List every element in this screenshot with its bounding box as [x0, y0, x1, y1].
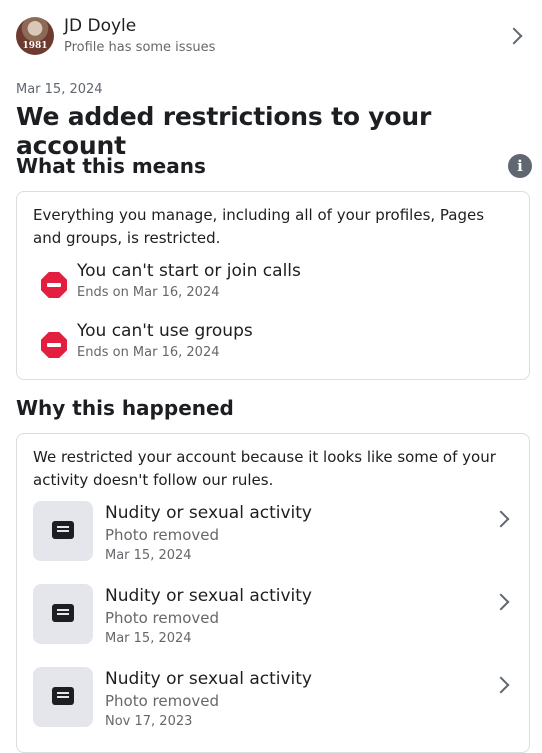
notice-date: Mar 15, 2024	[16, 82, 103, 97]
document-icon	[52, 687, 74, 705]
reason-title: Nudity or sexual activity	[105, 586, 312, 606]
reasons-description: We restricted your account because it lo…	[33, 448, 496, 489]
profile-text: JD Doyle Profile has some issues	[64, 16, 532, 57]
page-title: We added restrictions to your account	[16, 102, 432, 160]
restriction-item: You can't use groups Ends on Mar 16, 202…	[41, 320, 519, 361]
avatar-year-text: 1981	[22, 41, 48, 51]
info-icon[interactable]: i	[508, 154, 532, 178]
reason-item[interactable]: Nudity or sexual activity Photo removed …	[33, 667, 513, 733]
stop-icon	[41, 272, 67, 298]
restrictions-description: Everything you manage, including all of …	[33, 206, 485, 247]
profile-name: JD Doyle	[64, 15, 137, 36]
restriction-end-date: Ends on Mar 16, 2024	[77, 285, 220, 300]
reason-title: Nudity or sexual activity	[105, 669, 312, 689]
avatar: 1981	[16, 17, 54, 55]
reason-item[interactable]: Nudity or sexual activity Photo removed …	[33, 584, 513, 650]
stop-icon	[41, 332, 67, 358]
profile-row[interactable]: 1981 JD Doyle Profile has some issues	[16, 14, 532, 58]
reason-icon-box	[33, 501, 93, 561]
restriction-title: You can't start or join calls	[77, 261, 301, 281]
reason-action: Photo removed	[105, 526, 220, 544]
restriction-end-date: Ends on Mar 16, 2024	[77, 345, 220, 360]
restriction-item: You can't start or join calls Ends on Ma…	[41, 260, 519, 301]
restriction-title: You can't use groups	[77, 321, 253, 341]
profile-status: Profile has some issues	[64, 39, 216, 55]
reason-title: Nudity or sexual activity	[105, 503, 312, 523]
reason-action: Photo removed	[105, 692, 220, 710]
reason-item[interactable]: Nudity or sexual activity Photo removed …	[33, 501, 513, 567]
reason-icon-box	[33, 667, 93, 727]
reasons-card: We restricted your account because it lo…	[16, 433, 530, 753]
reason-date: Mar 15, 2024	[105, 631, 192, 646]
document-icon	[52, 521, 74, 539]
section-title-why-this-happened: Why this happened	[16, 396, 234, 420]
reason-date: Nov 17, 2023	[105, 714, 193, 729]
restrictions-card: Everything you manage, including all of …	[16, 191, 530, 380]
reason-date: Mar 15, 2024	[105, 548, 192, 563]
reason-icon-box	[33, 584, 93, 644]
reason-action: Photo removed	[105, 609, 220, 627]
section-title-what-this-means: What this means	[16, 154, 206, 178]
document-icon	[52, 604, 74, 622]
